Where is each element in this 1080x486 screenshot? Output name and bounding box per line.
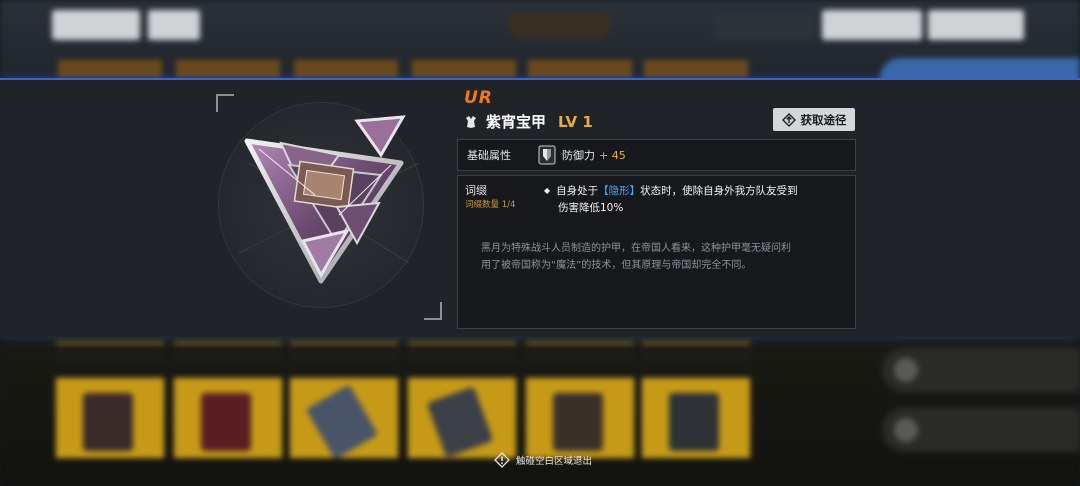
defense-stat-value: + 45: [599, 148, 626, 162]
rarity-badge: UR: [464, 88, 493, 108]
background-tab-strip: [176, 60, 280, 78]
item-level: LV 1: [558, 112, 593, 131]
affix-keyword: 【隐形】: [598, 185, 641, 197]
lore-line: 黑月为特殊战斗人员制造的护甲，在帝国人看来，这种护甲毫无疑问利: [481, 243, 791, 254]
background-item-label: [174, 342, 282, 364]
frame-corner-bottom-right: [424, 302, 442, 320]
acquire-source-label: 获取途径: [800, 112, 847, 127]
background-tab-strip: [294, 60, 398, 78]
upload-icon: [781, 112, 796, 127]
background-side-button: [882, 408, 1080, 452]
acquire-source-button[interactable]: 获取途径: [773, 108, 855, 131]
tap-to-close-hint[interactable]: 触碰空白区域退出: [494, 452, 592, 468]
background-item-label: [56, 342, 164, 364]
background-item-card: [290, 378, 398, 460]
defense-stat-name: 防御力: [562, 149, 595, 162]
item-title-row: 紫宵宝甲 LV 1: [464, 111, 593, 132]
armor-slot-icon: [466, 115, 476, 128]
background-side-button: [882, 348, 1080, 392]
affix-count: 词缀数量 1/4: [465, 200, 516, 210]
shield-icon: [538, 145, 556, 165]
background-item-label: [408, 342, 516, 364]
background-item-card: [526, 378, 634, 458]
background-tab-strip: [412, 60, 516, 78]
background-item-card: [642, 378, 750, 458]
hint-text: 触碰空白区域退出: [516, 456, 593, 467]
background-tab-strip: [528, 60, 632, 78]
background-tab-strip: [58, 60, 162, 78]
background-home-button: [148, 10, 200, 40]
item-name: 紫宵宝甲: [486, 113, 547, 131]
affix-text-line2: 伤害降低10%: [558, 202, 624, 214]
base-stats-label: 基础属性: [467, 149, 511, 162]
background-sort-button: [928, 10, 1024, 40]
background-item-label: [526, 342, 634, 364]
affix-text-middle: 状态时，使除自身外我方队友受到: [640, 185, 798, 197]
background-item-card: [174, 378, 282, 458]
background-item-card: [56, 378, 164, 458]
armor-item-icon: [238, 115, 420, 284]
affix-description-box: 词缀 词缀数量 1/4 ◆ 自身处于【隐形】状态时，使除自身外我方队友受到 伤害降…: [457, 175, 856, 329]
bullet-diamond-icon: ◆: [544, 186, 551, 195]
base-stats-row: 基础属性 防御力 + 45: [457, 139, 856, 171]
item-icon-backdrop: [218, 102, 424, 308]
background-item-label: [642, 342, 750, 364]
background-pill: [508, 12, 612, 38]
lore-line: 用了被帝国称为“魔法”的技术，但其原理与帝国却完全不同。: [481, 260, 752, 271]
item-icon-frame: [210, 94, 442, 320]
background-tab: [714, 14, 814, 40]
warning-diamond-icon: [494, 452, 510, 468]
affix-label: 词缀: [465, 184, 487, 197]
background-tab-strip: [644, 60, 748, 78]
background-filter-button: [822, 10, 922, 40]
affix-effect-text: ◆ 自身处于【隐形】状态时，使除自身外我方队友受到 伤害降低10%: [544, 182, 844, 217]
affix-text-prefix: 自身处于: [556, 185, 599, 197]
background-item-label: [290, 342, 398, 364]
background-item-card: [408, 378, 516, 458]
background-back-button: [52, 10, 140, 40]
item-lore: 黑月为特殊战斗人员制造的护甲，在帝国人看来，这种护甲毫无疑问利 用了被帝国称为“…: [481, 240, 821, 274]
